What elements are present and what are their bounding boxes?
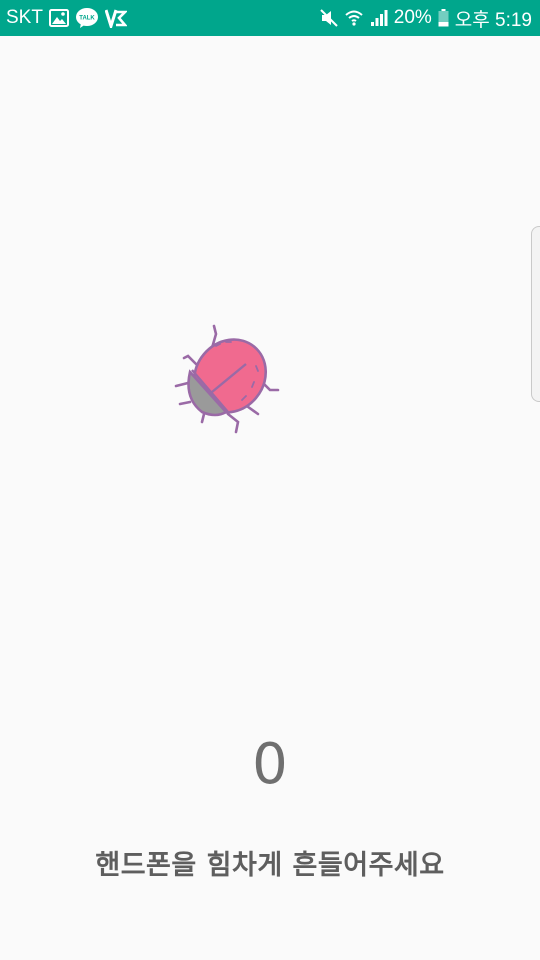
shake-instruction: 핸드폰을 힘차게 흔들어주세요	[95, 850, 445, 881]
gallery-icon	[48, 9, 69, 27]
kakaotalk-icon: TALK	[75, 7, 99, 29]
battery-percent: 20%	[393, 7, 432, 28]
shake-counter: 0	[252, 732, 288, 797]
edge-panel-handle[interactable]	[531, 226, 540, 402]
ladybug-icon[interactable]	[166, 320, 286, 440]
clock: 오후 5:19	[454, 9, 532, 31]
wifi-icon	[344, 9, 364, 27]
status-bar: SKT TALK 20% 오후 5:19	[0, 0, 540, 36]
status-bar-left: SKT TALK	[6, 7, 127, 29]
screen: SKT TALK 20% 오후 5:19 0 핸드폰을 힘차게 흔들어주세요	[0, 0, 540, 960]
talk-badge-text: TALK	[79, 16, 95, 22]
v3-icon	[104, 8, 127, 28]
carrier-label: SKT	[6, 7, 43, 28]
battery-icon	[438, 9, 449, 27]
signal-icon	[370, 9, 388, 27]
status-bar-right: 20% 오후 5:19	[320, 5, 532, 32]
mute-icon	[320, 9, 338, 27]
